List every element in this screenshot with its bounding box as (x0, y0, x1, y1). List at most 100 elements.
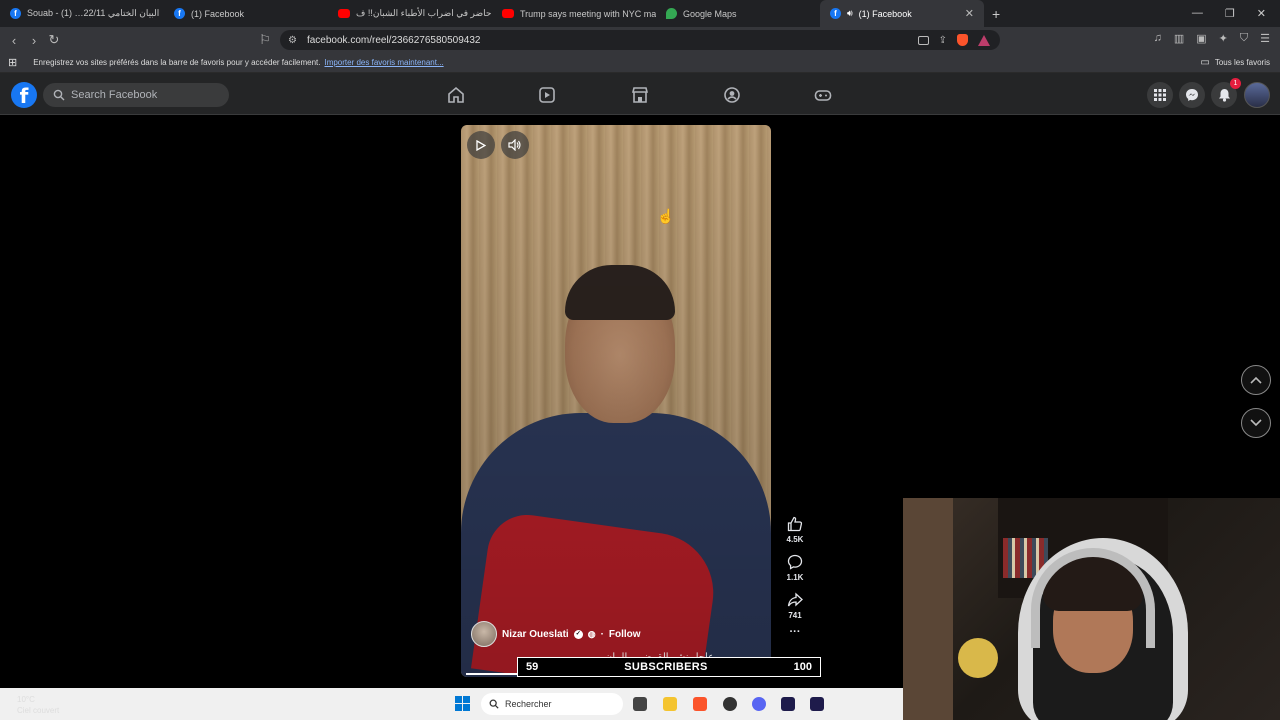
all-favorites[interactable]: ▭ Tous les favoris (1200, 57, 1280, 68)
new-tab-button[interactable]: + (984, 6, 1008, 22)
tab-souab[interactable]: f Souab - البيان الختامي 22/11… (1) (0, 0, 164, 27)
groups-icon[interactable] (721, 84, 743, 106)
bell-icon (1218, 89, 1230, 102)
reload-icon[interactable]: ↻ (44, 32, 64, 48)
tab-youtube-arabic[interactable]: كنت حاضر في اضراب الأطباء الشبان!! ف… (328, 0, 492, 27)
play-icon (476, 139, 486, 151)
window-controls: — ❐ ✕ (1192, 7, 1280, 20)
brave-browser-icon[interactable] (693, 697, 707, 711)
facebook-header: f (0, 73, 1280, 115)
tab-facebook-1[interactable]: f (1) Facebook (164, 0, 328, 27)
discord-icon[interactable] (752, 697, 766, 711)
vpn-icon[interactable]: ⛉ (1240, 32, 1248, 45)
taskbar-search[interactable]: Rechercher (481, 693, 623, 715)
import-favorites-link[interactable]: Importer des favoris maintenant... (324, 58, 443, 67)
thumbs-up-icon (787, 516, 803, 532)
menu-grid-button[interactable] (1147, 82, 1173, 108)
author-avatar[interactable] (471, 621, 497, 647)
comment-icon (787, 554, 803, 570)
bookmarks-bar: ⊞ Enregistrez vos sites préférés dans la… (0, 53, 1280, 73)
browser-toolbar: ‹ › ↻ ⚐ ⚙ facebook.com/reel/236627658050… (0, 27, 1280, 53)
share-button[interactable]: 741 (787, 592, 803, 620)
author-name[interactable]: Nizar Oueslati (502, 629, 569, 640)
previous-reel-button[interactable] (1241, 365, 1271, 395)
minimize-icon[interactable]: — (1192, 7, 1203, 20)
tab-label: Souab - البيان الختامي 22/11… (1) (27, 8, 160, 18)
folder-icon: ▭ (1200, 57, 1210, 68)
marketplace-icon[interactable] (629, 84, 651, 106)
reel-author: Nizar Oueslati ✓ ◍ · Follow (471, 621, 641, 647)
tab-label: (1) Facebook (858, 8, 912, 19)
facebook-icon: f (10, 8, 21, 19)
obs-icon[interactable] (723, 697, 737, 711)
url-text[interactable]: facebook.com/reel/2366276580509432 (307, 35, 480, 46)
more-options-button[interactable]: ··· (790, 626, 801, 638)
facebook-search[interactable] (43, 83, 229, 107)
volume-button[interactable] (501, 131, 529, 159)
subscriber-goal-bar: 59 SUBSCRIBERS 100 (517, 657, 821, 677)
youtube-icon (338, 9, 350, 18)
restore-icon[interactable]: ❐ (1225, 7, 1235, 20)
reels-icon[interactable] (536, 84, 558, 106)
browser-tab-bar: f Souab - البيان الختامي 22/11… (1) f (1… (0, 0, 1280, 27)
leo-ai-icon[interactable]: ✦ (1219, 32, 1228, 45)
more-icon: ··· (789, 626, 801, 638)
facebook-logo[interactable]: f (11, 82, 37, 108)
search-input[interactable] (71, 89, 221, 101)
close-window-icon[interactable]: ✕ (1257, 7, 1266, 20)
subscriber-progress (466, 673, 520, 675)
weather-widget[interactable]: 10°C Ciel couvert (17, 694, 59, 716)
tab-label: Trump says meeting with NYC mayor (520, 8, 656, 19)
task-view-icon[interactable] (633, 697, 647, 711)
weather-desc: Ciel couvert (17, 706, 60, 715)
messenger-icon (1186, 89, 1198, 101)
messenger-button[interactable] (1179, 82, 1205, 108)
subscribers-goal: 100 (793, 661, 812, 673)
brave-rewards-icon[interactable] (978, 34, 990, 46)
cast-icon[interactable] (917, 35, 929, 45)
bookmark-icon[interactable]: ⚐ (255, 32, 275, 48)
brave-shields-icon[interactable] (957, 34, 968, 46)
share-icon[interactable]: ⇪ (939, 35, 947, 46)
facebook-icon: f (830, 8, 841, 19)
sidebar-icon[interactable]: ▥ (1174, 32, 1184, 45)
forward-icon[interactable]: › (24, 33, 44, 48)
globe-icon: ◍ (587, 628, 596, 639)
profile-avatar[interactable] (1244, 82, 1270, 108)
weather-temp: 10°C (17, 695, 35, 704)
grid-icon (1154, 89, 1166, 101)
media-icon[interactable]: ♫ (1154, 32, 1162, 45)
follow-button[interactable]: Follow (609, 629, 641, 640)
file-explorer-icon[interactable] (663, 697, 677, 711)
home-icon[interactable] (445, 84, 467, 106)
back-icon[interactable]: ‹ (4, 33, 24, 48)
tab-facebook-active[interactable]: f 🔊︎ (1) Facebook ✕ (820, 0, 984, 27)
next-reel-button[interactable] (1241, 408, 1271, 438)
chevron-up-icon (1250, 376, 1262, 384)
close-tab-icon[interactable]: ✕ (965, 7, 974, 20)
share-count: 741 (788, 611, 802, 620)
apps-grid-icon[interactable]: ⊞ (8, 56, 17, 69)
site-info-icon[interactable]: ⚙ (288, 35, 297, 46)
premiere-pro-icon[interactable] (781, 697, 795, 711)
separator: · (600, 628, 604, 640)
tab-label: (1) Facebook (191, 8, 245, 19)
after-effects-icon[interactable] (810, 697, 824, 711)
wallet-icon[interactable]: ▣ (1196, 32, 1206, 45)
menu-icon[interactable]: ☰ (1260, 32, 1270, 45)
like-button[interactable]: 4.5K (786, 516, 804, 544)
play-button[interactable] (467, 131, 495, 159)
tab-label: كنت حاضر في اضراب الأطباء الشبان!! ف… (356, 8, 492, 18)
gaming-icon[interactable] (812, 84, 834, 106)
tab-youtube-trump[interactable]: Trump says meeting with NYC mayor (492, 0, 656, 27)
like-count: 4.5K (786, 535, 804, 544)
bookmarks-message: Enregistrez vos sites préférés dans la b… (33, 58, 321, 67)
windows-start-icon[interactable] (455, 696, 470, 711)
reel-video[interactable] (461, 125, 771, 677)
comment-button[interactable]: 1.1K (787, 554, 803, 582)
tab-google-maps[interactable]: Google Maps (656, 0, 820, 27)
address-bar[interactable]: ⚙ facebook.com/reel/2366276580509432 ⇪ (280, 30, 1000, 50)
search-icon (53, 89, 65, 101)
extensions-area: ♫ ▥ ▣ ✦ ⛉ ☰ (1154, 32, 1270, 45)
google-maps-icon (666, 8, 677, 19)
